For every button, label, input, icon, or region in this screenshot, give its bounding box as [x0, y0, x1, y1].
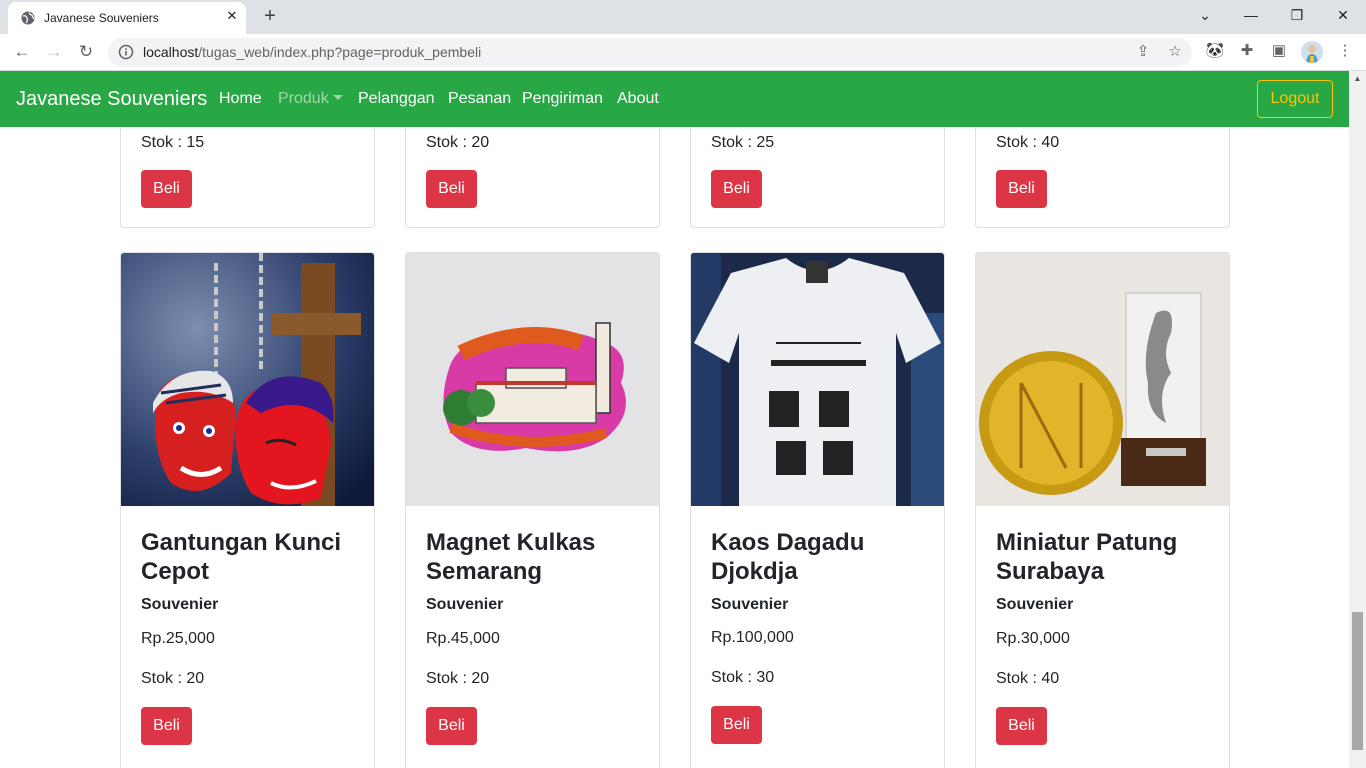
site-info-icon[interactable]	[118, 44, 134, 60]
extensions-puzzle-icon[interactable]: ✚	[1236, 40, 1258, 62]
back-icon[interactable]: ←	[10, 41, 34, 65]
product-price: Rp.100,000	[711, 629, 794, 646]
product-title: Miniatur Patung Surabaya	[996, 529, 1178, 585]
reload-icon[interactable]: ↻	[74, 41, 98, 65]
close-window-icon[interactable]: ✕	[1328, 4, 1358, 28]
product-stock: Stok : 15	[141, 134, 205, 151]
site-navbar: Javanese Souveniers Home Produk Pelangga…	[0, 71, 1349, 127]
product-card: Kaos Dagadu Djokdja Souvenier Rp.100,000…	[690, 252, 945, 768]
browser-tab[interactable]: Javanese Souveniers ✕	[8, 2, 246, 34]
avatar-image	[1301, 41, 1323, 63]
product-image	[406, 253, 659, 506]
nav-produk-label: Produk	[278, 90, 329, 107]
panda-extension-icon[interactable]: 🐼	[1204, 40, 1226, 62]
bookmark-star-icon[interactable]: ☆	[1166, 43, 1184, 61]
tshirt-image	[691, 253, 944, 506]
menu-kebab-icon[interactable]: ⋮	[1334, 40, 1356, 62]
forward-icon[interactable]: →	[42, 41, 66, 65]
product-card: Magnet Kulkas Semarang Souvenier Rp.45,0…	[405, 252, 660, 768]
logout-button[interactable]: Logout	[1257, 80, 1333, 118]
product-stock: Stok : 40	[996, 134, 1060, 151]
product-stock: Stok : 20	[426, 670, 490, 687]
buy-button[interactable]: Beli	[996, 170, 1047, 208]
product-card: Gantungan Kunci Cepot Souvenier Rp.25,00…	[120, 252, 375, 768]
product-category: Souvenier	[711, 596, 789, 613]
product-title: Magnet Kulkas Semarang	[426, 529, 596, 585]
product-image	[121, 253, 374, 506]
tab-title: Javanese Souveniers	[44, 11, 159, 25]
share-icon[interactable]: ⇪	[1134, 43, 1152, 61]
product-title: Kaos Dagadu Djokdja	[711, 529, 865, 585]
product-image	[976, 253, 1229, 506]
globe-icon	[21, 11, 35, 25]
product-stock: Stok : 25	[711, 134, 775, 151]
url-text: localhost/tugas_web/index.php?page=produ…	[143, 44, 481, 60]
browser-tab-strip: Javanese Souveniers ✕ + ⌄ — ❐ ✕	[0, 0, 1366, 34]
nav-pesanan[interactable]: Pesanan	[448, 90, 511, 108]
chevron-down-icon	[332, 95, 343, 100]
scroll-up-arrow-icon[interactable]: ▲	[1352, 74, 1363, 84]
nav-pengiriman[interactable]: Pengiriman	[522, 90, 603, 108]
browser-toolbar: ← → ↻ localhost/tugas_web/index.php?page…	[0, 34, 1366, 71]
product-card: Miniatur Patung Surabaya Souvenier Rp.30…	[975, 252, 1230, 768]
nav-home[interactable]: Home	[219, 90, 262, 108]
product-price: Rp.25,000	[141, 630, 215, 647]
product-image	[691, 253, 944, 506]
keychain-puppet-image	[121, 253, 374, 506]
minimize-icon[interactable]: —	[1236, 4, 1266, 28]
scrollbar-thumb[interactable]	[1352, 612, 1363, 750]
restore-icon[interactable]: ❐	[1282, 4, 1312, 28]
product-stock: Stok : 30	[711, 669, 775, 686]
buy-button[interactable]: Beli	[141, 170, 192, 208]
product-category: Souvenier	[141, 596, 219, 613]
buy-button[interactable]: Beli	[141, 707, 192, 745]
statue-miniature-image	[976, 253, 1229, 506]
nav-produk-dropdown[interactable]: Produk	[278, 90, 343, 108]
product-stock: Stok : 40	[996, 670, 1060, 687]
product-stock: Stok : 20	[426, 134, 490, 151]
product-title: Gantungan Kunci Cepot	[141, 529, 341, 585]
address-bar[interactable]: localhost/tugas_web/index.php?page=produ…	[108, 38, 1192, 67]
buy-button[interactable]: Beli	[711, 706, 762, 744]
product-stock: Stok : 20	[141, 670, 205, 687]
new-tab-icon[interactable]: +	[259, 6, 281, 28]
nav-about[interactable]: About	[617, 90, 659, 108]
buy-button[interactable]: Beli	[996, 707, 1047, 745]
profile-avatar[interactable]	[1301, 41, 1323, 63]
page-viewport: Stok : 15 Beli Stok : 20 Beli Stok : 25 …	[0, 71, 1349, 768]
fridge-magnet-image	[406, 253, 659, 506]
nav-pelanggan[interactable]: Pelanggan	[358, 90, 435, 108]
product-price: Rp.45,000	[426, 630, 500, 647]
url-path: /tugas_web/index.php?page=produk_pembeli	[198, 44, 482, 60]
url-host: localhost	[143, 44, 199, 60]
tab-close-icon[interactable]: ✕	[224, 8, 240, 24]
buy-button[interactable]: Beli	[711, 170, 762, 208]
product-category: Souvenier	[996, 596, 1074, 613]
side-panel-icon[interactable]: ▣	[1268, 40, 1290, 62]
buy-button[interactable]: Beli	[426, 707, 477, 745]
tab-search-icon[interactable]: ⌄	[1190, 4, 1220, 28]
buy-button[interactable]: Beli	[426, 170, 477, 208]
brand-link[interactable]: Javanese Souveniers	[16, 88, 207, 111]
product-price: Rp.30,000	[996, 630, 1070, 647]
product-category: Souvenier	[426, 596, 504, 613]
